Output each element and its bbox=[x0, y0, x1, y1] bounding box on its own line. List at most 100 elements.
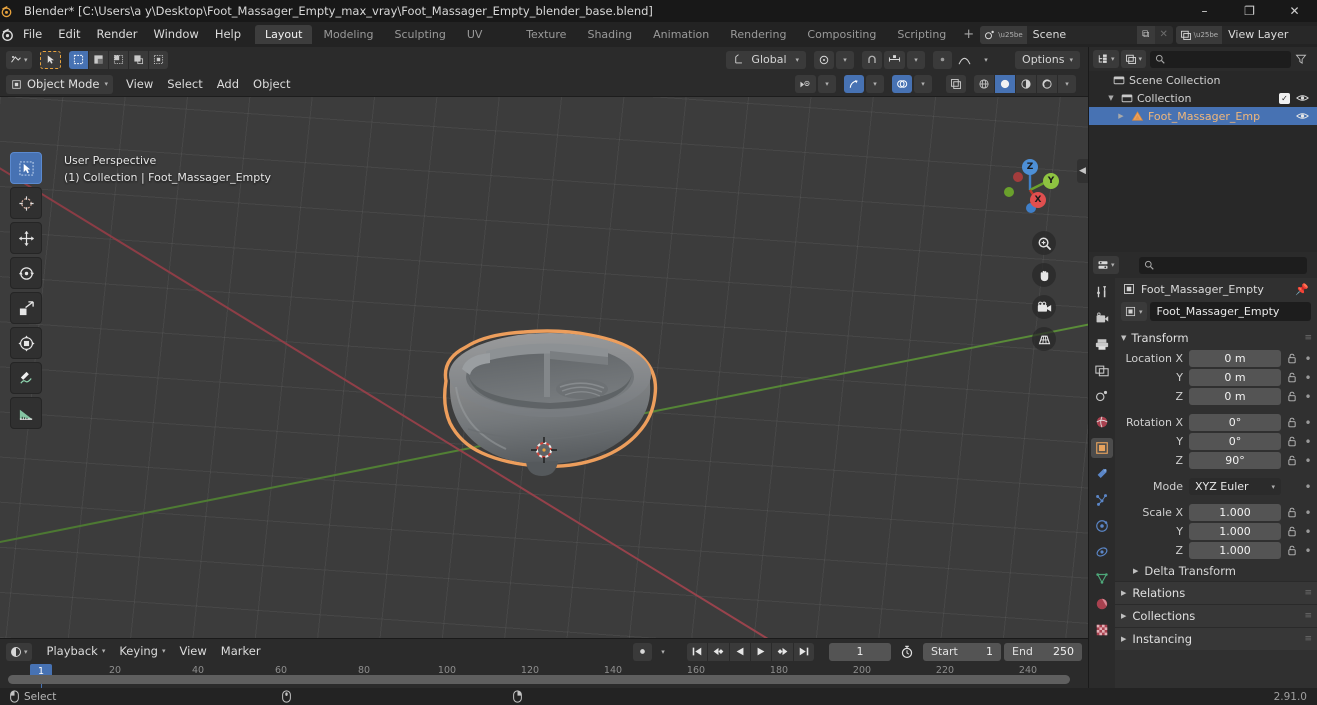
view-layer-datablock[interactable]: \u25be View Layer ⧉ ✕ bbox=[1175, 25, 1317, 44]
delta-transform-panel[interactable]: ▶ Delta Transform bbox=[1115, 561, 1317, 581]
menu-window[interactable]: Window bbox=[145, 22, 206, 47]
overlay-caret[interactable]: ▾ bbox=[914, 75, 932, 93]
viewport-menu-view[interactable]: View bbox=[119, 75, 160, 94]
outliner-editor-type-icon[interactable]: ▾ bbox=[1093, 50, 1119, 68]
transform-panel-header[interactable]: ▼ Transform ≡ bbox=[1115, 327, 1317, 348]
properties-tab-view-layer[interactable] bbox=[1091, 360, 1113, 380]
properties-tab-particles[interactable] bbox=[1091, 490, 1113, 510]
select-subtract-icon[interactable] bbox=[108, 50, 128, 69]
rotation-z-value[interactable]: 90° bbox=[1189, 452, 1281, 469]
lock-icon[interactable] bbox=[1285, 391, 1299, 402]
eye-icon[interactable] bbox=[1296, 111, 1309, 121]
snap-caret[interactable]: ▾ bbox=[907, 50, 926, 69]
transform-orientation-button[interactable]: Global ▾ bbox=[726, 50, 807, 69]
scene-name[interactable]: Scene bbox=[1027, 28, 1137, 41]
outliner-filter-icon[interactable] bbox=[1291, 50, 1311, 68]
unlink-scene-button[interactable]: ✕ bbox=[1154, 25, 1173, 44]
collections-panel[interactable]: ▶ Collections ≡ bbox=[1115, 604, 1317, 627]
visibility-selector[interactable]: ▾ bbox=[795, 75, 838, 93]
rotation-y-value[interactable]: 0° bbox=[1189, 433, 1281, 450]
solid-shading-icon[interactable] bbox=[995, 75, 1015, 93]
animate-property-dot[interactable]: • bbox=[1303, 480, 1313, 494]
snap-to-icon[interactable] bbox=[884, 50, 906, 69]
tool-move-button[interactable] bbox=[10, 222, 42, 254]
properties-tab-constraints[interactable] bbox=[1091, 542, 1113, 562]
maximize-button[interactable]: ❐ bbox=[1227, 0, 1272, 22]
workspace-tab-compositing[interactable]: Compositing bbox=[797, 25, 886, 44]
timeline-editor-type[interactable]: ▾ bbox=[6, 642, 34, 661]
animate-property-dot[interactable]: • bbox=[1303, 506, 1313, 520]
animate-property-dot[interactable]: • bbox=[1303, 525, 1313, 539]
zoom-icon[interactable] bbox=[1032, 231, 1056, 255]
lock-icon[interactable] bbox=[1285, 372, 1299, 383]
location-y-value[interactable]: 0 m bbox=[1189, 369, 1281, 386]
auto-keying-caret[interactable]: ▾ bbox=[654, 643, 672, 661]
tool-scale-button[interactable] bbox=[10, 292, 42, 324]
expand-arrow[interactable]: ▶ bbox=[1115, 112, 1127, 120]
timeline-menu-playback[interactable]: Playback ▾ bbox=[40, 642, 113, 661]
add-workspace-button[interactable]: + bbox=[957, 27, 980, 42]
snap-magnet-icon[interactable] bbox=[862, 50, 883, 69]
pivot-point-icon[interactable] bbox=[814, 50, 835, 69]
end-frame-field[interactable]: End 250 bbox=[1004, 642, 1082, 661]
animate-property-dot[interactable]: • bbox=[1303, 435, 1313, 449]
tool-cursor-button[interactable] bbox=[10, 187, 42, 219]
scale-y-value[interactable]: 1.000 bbox=[1189, 523, 1281, 540]
camera-view-icon[interactable] bbox=[1032, 295, 1056, 319]
gizmo-axis-x[interactable]: X bbox=[1030, 192, 1046, 208]
viewport-menu-add[interactable]: Add bbox=[210, 75, 246, 94]
play-reverse-icon[interactable] bbox=[730, 642, 750, 661]
properties-tab-object[interactable] bbox=[1091, 438, 1113, 458]
properties-tab-data[interactable] bbox=[1091, 568, 1113, 588]
workspace-tab-animation[interactable]: Animation bbox=[643, 25, 719, 44]
overlay-toggle-group[interactable]: ▾ bbox=[892, 75, 934, 93]
toggle-perspective-icon[interactable] bbox=[1032, 327, 1056, 351]
options-button[interactable]: Options ▾ bbox=[1015, 50, 1080, 69]
timeline-menu-keying[interactable]: Keying ▾ bbox=[112, 642, 172, 661]
viewport-menu-select[interactable]: Select bbox=[160, 75, 209, 94]
select-extend-icon[interactable] bbox=[88, 50, 108, 69]
outliner-row-collection[interactable]: ▼ Collection ✓ bbox=[1089, 89, 1317, 107]
toggle-xray-icon[interactable] bbox=[946, 75, 966, 93]
tool-rotate-button[interactable] bbox=[10, 257, 42, 289]
timeline-editor-icon[interactable]: ▾ bbox=[6, 642, 32, 661]
wireframe-shading-icon[interactable] bbox=[974, 75, 994, 93]
workspace-tab-texture-paint[interactable]: Texture Paint bbox=[516, 25, 576, 60]
object-visibility-icon[interactable] bbox=[795, 75, 816, 93]
outliner-search-input[interactable] bbox=[1150, 50, 1291, 68]
lock-icon[interactable] bbox=[1285, 436, 1299, 447]
timeline-scrollbar[interactable] bbox=[8, 675, 1070, 684]
workspace-tab-rendering[interactable]: Rendering bbox=[720, 25, 796, 44]
new-scene-button[interactable]: ⧉ bbox=[1136, 25, 1155, 44]
properties-tab-world[interactable] bbox=[1091, 412, 1113, 432]
animate-property-dot[interactable]: • bbox=[1303, 371, 1313, 385]
lock-icon[interactable] bbox=[1285, 455, 1299, 466]
timeline-menu-view[interactable]: View bbox=[173, 642, 214, 661]
rotation-x-value[interactable]: 0° bbox=[1189, 414, 1281, 431]
jump-to-end-icon[interactable] bbox=[794, 642, 814, 661]
previous-keyframe-icon[interactable] bbox=[708, 642, 729, 661]
falloff-caret[interactable]: ▾ bbox=[977, 51, 995, 69]
properties-tab-texture[interactable] bbox=[1091, 620, 1113, 640]
scene-icon[interactable]: \u25be bbox=[980, 25, 1027, 44]
workspace-tab-sculpting[interactable]: Sculpting bbox=[385, 25, 456, 44]
tool-measure-button[interactable] bbox=[10, 397, 42, 429]
properties-tab-scene[interactable] bbox=[1091, 386, 1113, 406]
menu-edit[interactable]: Edit bbox=[50, 22, 88, 47]
current-frame-field[interactable]: 1 bbox=[829, 642, 891, 661]
snapping-group[interactable]: ▾ bbox=[862, 50, 927, 69]
location-x-value[interactable]: 0 m bbox=[1189, 350, 1281, 367]
view-layer-icon[interactable]: \u25be bbox=[1175, 25, 1223, 44]
blender-menu-icon[interactable] bbox=[0, 27, 15, 42]
gizmo-toggle-group[interactable]: ▾ bbox=[844, 75, 886, 93]
material-preview-shading-icon[interactable] bbox=[1016, 75, 1036, 93]
gizmo-caret[interactable]: ▾ bbox=[866, 75, 884, 93]
timeline-ruler[interactable]: 20 40 60 80 100 120 140 160 180 200 220 … bbox=[0, 664, 1088, 688]
select-invert-icon[interactable] bbox=[128, 50, 148, 69]
pin-id-icon[interactable]: 📌 bbox=[1295, 283, 1309, 296]
eye-icon[interactable] bbox=[1296, 93, 1309, 103]
scene-datablock[interactable]: \u25be Scene ⧉ ✕ bbox=[980, 25, 1173, 44]
select-set-icon[interactable] bbox=[68, 50, 88, 69]
outliner-row-scene-collection[interactable]: Scene Collection bbox=[1089, 71, 1317, 89]
viewport-menu-object[interactable]: Object bbox=[246, 75, 297, 94]
